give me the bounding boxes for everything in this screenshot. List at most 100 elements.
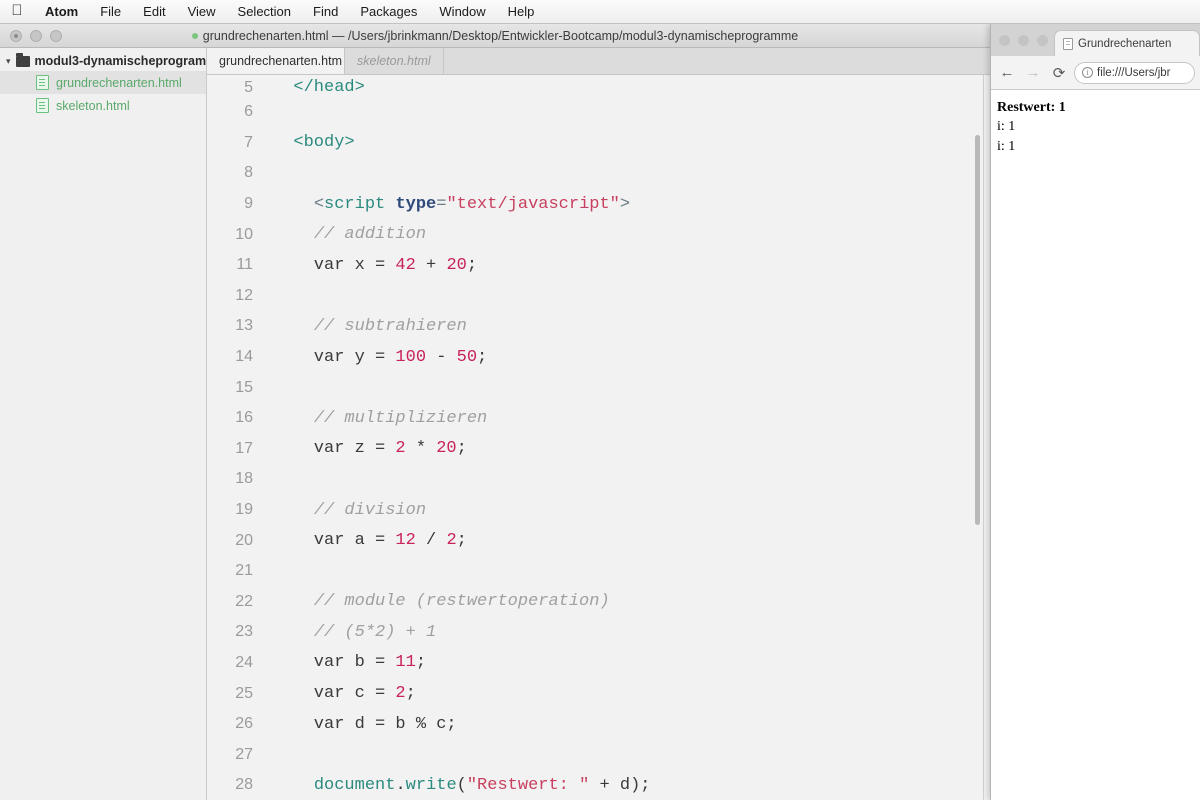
browser-tab-grundrechenarten[interactable]: Grundrechenarten (1054, 30, 1200, 56)
code-line[interactable]: 17 var z = 2 * 20; (207, 434, 990, 465)
code-line[interactable]: 22 // module (restwertoperation) (207, 587, 990, 618)
line-number: 13 (235, 317, 253, 335)
menu-item-window[interactable]: Window (428, 0, 496, 24)
code-line[interactable]: 8 (207, 158, 990, 189)
code-line[interactable]: 28 document.write("Restwert: " + d); (207, 770, 990, 800)
browser-traffic-lights (999, 24, 1054, 56)
browser-tabstrip: Grundrechenarten (991, 24, 1200, 56)
code-line[interactable]: 11 var x = 42 + 20; (207, 250, 990, 281)
tree-file-grundrechenarten[interactable]: grundrechenarten.html (0, 71, 206, 94)
line-number: 25 (235, 684, 253, 702)
line-number: 19 (235, 501, 253, 519)
code-line[interactable]: 6 (207, 97, 990, 128)
code-line[interactable]: 7 <body> (207, 128, 990, 159)
code-line[interactable]: 21 (207, 556, 990, 587)
browser-maximize-button[interactable] (1037, 34, 1048, 46)
menu-item-help[interactable]: Help (497, 0, 546, 24)
menu-item-edit[interactable]: Edit (132, 0, 176, 24)
html-file-icon (36, 98, 49, 113)
code-line[interactable]: 20 var a = 12 / 2; (207, 525, 990, 556)
browser-toolbar: ← → ⟳ i file:///Users/jbr (991, 56, 1200, 90)
code-line[interactable]: 25 var c = 2; (207, 678, 990, 709)
tree-root-label: modul3-dynamischeprogramme (34, 54, 206, 68)
window-title-text: grundrechenarten.html — /Users/jbrinkman… (202, 28, 799, 43)
code-line-text: <script type="text/javascript"> (313, 194, 631, 214)
tree-file-skeleton[interactable]: skeleton.html (0, 94, 206, 117)
modified-indicator-icon (191, 33, 198, 40)
menu-item-find[interactable]: Find (302, 0, 349, 24)
code-line[interactable]: 24 var b = 11; (207, 648, 990, 679)
code-line[interactable]: 26 var d = b % c; (207, 709, 990, 740)
code-lines-container: 5 </head> 6 7 <body> 8 9 <script type="text/… (207, 75, 990, 800)
menu-item-view[interactable]: View (177, 0, 227, 24)
window-title: grundrechenarten.html — /Users/jbrinkman… (0, 29, 990, 43)
tab-skeleton[interactable]: skeleton.html (345, 48, 444, 74)
code-line[interactable]: 27 (207, 739, 990, 770)
apple-menu-icon[interactable]:  (0, 3, 34, 20)
code-line[interactable]: 16 // multiplizieren (207, 403, 990, 434)
code-line-text: var b = 11; (273, 653, 427, 673)
code-line-text: <body> (293, 133, 355, 153)
code-line[interactable]: 19 // division (207, 495, 990, 526)
tree-file-label: grundrechenarten.html (56, 75, 182, 90)
reload-icon[interactable]: ⟳ (1048, 62, 1070, 84)
code-line[interactable]: 23 // (5*2) + 1 (207, 617, 990, 648)
line-number: 15 (235, 378, 253, 396)
folder-icon (15, 52, 30, 67)
line-number: 20 (235, 531, 253, 549)
code-line-text: // (5*2) + 1 (313, 622, 437, 642)
tree-view-sidebar: ▾ modul3-dynamischeprogramme grundrechen… (0, 48, 207, 800)
line-number: 7 (244, 133, 253, 151)
back-icon[interactable]: ← (996, 62, 1018, 84)
menu-item-atom[interactable]: Atom (34, 0, 89, 24)
line-number: 27 (235, 745, 253, 763)
line-number: 11 (236, 256, 253, 274)
line-number: 22 (235, 592, 253, 610)
address-bar-value: file:///Users/jbr (1097, 66, 1171, 79)
code-line[interactable]: 18 (207, 464, 990, 495)
line-number: 24 (235, 653, 253, 671)
code-line[interactable]: 14 var y = 100 - 50; (207, 342, 990, 373)
line-number: 14 (235, 348, 253, 366)
editor-right-divider (983, 75, 984, 800)
code-line-text: </head> (293, 78, 365, 97)
page-output-line: Restwert: 1 (997, 100, 1066, 115)
code-line[interactable]: 15 (207, 372, 990, 403)
code-line-text: // multiplizieren (313, 408, 488, 428)
code-line-text: document.write("Restwert: " + d); (313, 775, 651, 795)
chevron-down-icon[interactable]: ▾ (6, 56, 11, 67)
line-number: 12 (235, 286, 253, 304)
code-line-text: var d = b % c; (273, 714, 457, 734)
page-output-line: i: 1 (997, 138, 1016, 154)
code-line[interactable]: 10 // addition (207, 219, 990, 250)
code-line[interactable]: 9 <script type="text/javascript"> (207, 189, 990, 220)
browser-minimize-button[interactable] (1018, 34, 1029, 46)
forward-icon[interactable]: → (1022, 62, 1044, 84)
code-line[interactable]: 12 (207, 281, 990, 312)
code-editor[interactable]: 5 </head> 6 7 <body> 8 9 <script type="text/… (207, 75, 990, 800)
line-number: 16 (235, 409, 253, 427)
tab-grundrechenarten[interactable]: grundrechenarten.htm (207, 48, 345, 74)
menu-item-packages[interactable]: Packages (349, 0, 428, 24)
line-number: 28 (235, 776, 253, 794)
code-line-text: // module (restwertoperation) (313, 592, 610, 612)
line-number: 18 (235, 470, 253, 488)
address-bar[interactable]: i file:///Users/jbr (1074, 61, 1195, 84)
browser-page-content: Restwert: 1 i: 1 i: 1 (991, 90, 1200, 800)
editor-vertical-scrollbar[interactable] (975, 135, 980, 525)
menu-item-selection[interactable]: Selection (227, 0, 302, 24)
code-line[interactable]: 13 // subtrahieren (207, 311, 990, 342)
browser-close-button[interactable] (999, 34, 1010, 46)
line-number: 21 (235, 562, 253, 580)
menu-item-file[interactable]: File (89, 0, 132, 24)
site-info-icon[interactable]: i (1082, 67, 1093, 78)
tree-root-folder[interactable]: ▾ modul3-dynamischeprogramme (0, 51, 206, 71)
tab-label: skeleton.html (357, 54, 431, 68)
code-line[interactable]: 5 </head> (207, 75, 990, 97)
atom-titlebar[interactable]: grundrechenarten.html — /Users/jbrinkman… (0, 24, 990, 48)
code-line-text: var x = 42 + 20; (273, 255, 478, 275)
browser-tab-label: Grundrechenarten (1078, 37, 1172, 50)
atom-editor-window: grundrechenarten.html — /Users/jbrinkman… (0, 24, 990, 800)
code-line-text: var z = 2 * 20; (273, 439, 467, 459)
code-line-text: var c = 2; (273, 684, 416, 704)
